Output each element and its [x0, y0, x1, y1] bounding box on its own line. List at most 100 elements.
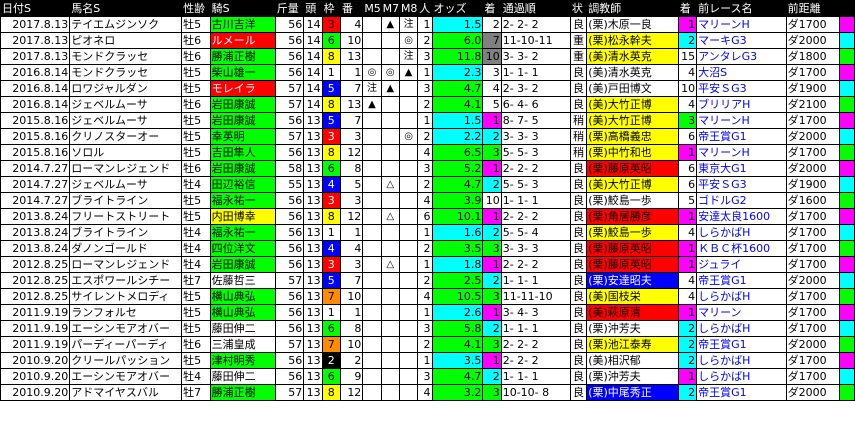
- cell-n: 14: [303, 16, 323, 33]
- table-row: 2013.8.24 ダノンゴールド 牡4 四位洋文 56 13 4 4 2 3.5 3 3- 3- 3…: [0, 240, 855, 257]
- cell-prace: しらかばH: [696, 288, 787, 305]
- cell-pass: 2- 2- 2: [500, 256, 571, 273]
- cell-m5: 注: [362, 80, 382, 97]
- cell-sex: 牡4: [181, 256, 211, 273]
- cell-pfin: 4: [677, 64, 698, 81]
- cell-pop: 2: [417, 176, 433, 193]
- cell-jockey: 幸英明: [209, 128, 276, 145]
- cell-gate: 6: [321, 32, 341, 49]
- cell-prace: ジュライ: [696, 256, 787, 273]
- cell-prace: 東京大G1: [696, 160, 787, 177]
- cell-num: 13: [339, 96, 364, 113]
- cell-odds: 1.6: [431, 224, 484, 241]
- cell-wt: 56: [274, 368, 305, 385]
- cell-odds: 3.5: [431, 352, 484, 369]
- cell-jockey: 福永祐一: [209, 224, 276, 241]
- cell-horse: モンドクラッセ: [69, 64, 183, 81]
- cell-date: 2011.9.19: [0, 336, 71, 353]
- cell-jockey: 横山典弘: [209, 288, 276, 305]
- cell-num: 10: [339, 288, 364, 305]
- dist-flag: [838, 288, 855, 305]
- cell-num: 7: [339, 80, 364, 97]
- cell-n: 14: [303, 96, 323, 113]
- cell-pfin: 4: [677, 272, 698, 289]
- cell-pass: 10-10- 8: [500, 384, 571, 401]
- cell-odds: 3.9: [431, 192, 484, 209]
- cell-fin: 3: [482, 64, 502, 81]
- cell-jockey: 藤田伸二: [209, 320, 276, 337]
- cell-n: 13: [303, 256, 323, 273]
- cell-cond: 良: [569, 368, 588, 385]
- cell-pass: 3- 3- 2: [500, 48, 571, 65]
- cell-num: 12: [339, 208, 364, 225]
- cell-date: 2013.8.24: [0, 208, 71, 225]
- cell-m8: [398, 352, 419, 369]
- dist-flag: [838, 208, 855, 225]
- dist-flag: [838, 32, 855, 49]
- column-header: 着: [482, 0, 502, 17]
- table-row: 2013.8.24 ブライトライン 牡4 福永祐一 56 13 1 1 1 1.6 2 5- 5- 4…: [0, 224, 855, 241]
- cell-m7: ▲: [380, 16, 400, 33]
- cell-prace: しらかばH: [696, 224, 787, 241]
- cell-fin: 7: [482, 32, 502, 49]
- cell-cond: 良: [569, 176, 588, 193]
- cell-gate: 3: [321, 128, 341, 145]
- cell-odds: 11.8: [431, 48, 484, 65]
- table-row: 2013.8.24 フリートストリート 牡5 内田博幸 56 13 8 12 △ 6 10.1 1 2-…: [0, 208, 855, 225]
- cell-horse: ダノンゴールド: [69, 240, 183, 257]
- cell-horse: ジェベルムーサ: [69, 176, 183, 193]
- column-header: 番: [339, 0, 364, 17]
- cell-sex: 牡6: [181, 32, 211, 49]
- cell-pfin: 2: [677, 384, 698, 401]
- table-row: 2015.8.16 ソロル 牡5 吉田隼人 56 13 8 12 4 6.5 3 5- 5- 3 稍 (栗…: [0, 144, 855, 161]
- cell-prace: マリーンH: [696, 112, 787, 129]
- cell-wt: 55: [274, 176, 305, 193]
- cell-n: 14: [303, 32, 323, 49]
- cell-pop: 1: [417, 256, 433, 273]
- cell-fin: 10: [482, 192, 502, 209]
- cell-m7: [380, 48, 400, 65]
- cell-odds: 10.5: [431, 288, 484, 305]
- cell-fin: 2: [482, 128, 502, 145]
- cell-m7: [380, 128, 400, 145]
- cell-pop: 1: [417, 16, 433, 33]
- cell-m5: [362, 112, 382, 129]
- cell-pfin: 4: [677, 224, 698, 241]
- cell-odds: 4.7: [431, 176, 484, 193]
- cell-jockey: 津村明秀: [209, 352, 276, 369]
- cell-gate: 3: [321, 192, 341, 209]
- cell-m5: [362, 304, 382, 321]
- cell-jockey: 岩田康誠: [209, 256, 276, 273]
- cell-fin: 2: [482, 224, 502, 241]
- cell-m7: [380, 96, 400, 113]
- cell-gate: 3: [321, 256, 341, 273]
- cell-m8: [398, 256, 419, 273]
- cell-odds: 4.7: [431, 368, 484, 385]
- cell-wt: 56: [274, 144, 305, 161]
- cell-sex: 牡7: [181, 384, 211, 401]
- cell-horse: ローマンレジェンド: [69, 256, 183, 273]
- cell-date: 2016.8.14: [0, 96, 71, 113]
- cell-pass: 1- 1- 1: [500, 368, 571, 385]
- cell-date: 2015.8.16: [0, 128, 71, 145]
- cell-trainer: (栗)木原一良: [586, 16, 679, 33]
- cell-pop: 4: [417, 384, 433, 401]
- cell-n: 14: [303, 48, 323, 65]
- table-row: 2012.8.25 ローマンレジェンド 牡4 岩田康誠 56 13 3 3 △ 1 1.8 1 2- 2…: [0, 256, 855, 273]
- cell-m7: [380, 320, 400, 337]
- cell-fin: 1: [482, 304, 502, 321]
- dist-flag: [838, 128, 855, 145]
- cell-dist: ダ2000: [785, 272, 840, 289]
- cell-sex: 牡6: [181, 160, 211, 177]
- cell-odds: 4.1: [431, 96, 484, 113]
- cell-trainer: (美)大竹正博: [586, 112, 679, 129]
- cell-gate: 3: [321, 16, 341, 33]
- cell-num: 1: [339, 224, 364, 241]
- cell-sex: 牡5: [181, 128, 211, 145]
- cell-n: 13: [303, 288, 323, 305]
- cell-trainer: (栗)沖芳夫: [586, 368, 679, 385]
- column-header: 人: [417, 0, 433, 17]
- table-row: 2010.9.20 エーシンモアオバー 牡4 藤田伸二 56 13 6 9 3 4.7 2 1- 1-…: [0, 368, 855, 385]
- column-header: 調教師: [586, 0, 679, 17]
- cell-m5: [362, 48, 382, 65]
